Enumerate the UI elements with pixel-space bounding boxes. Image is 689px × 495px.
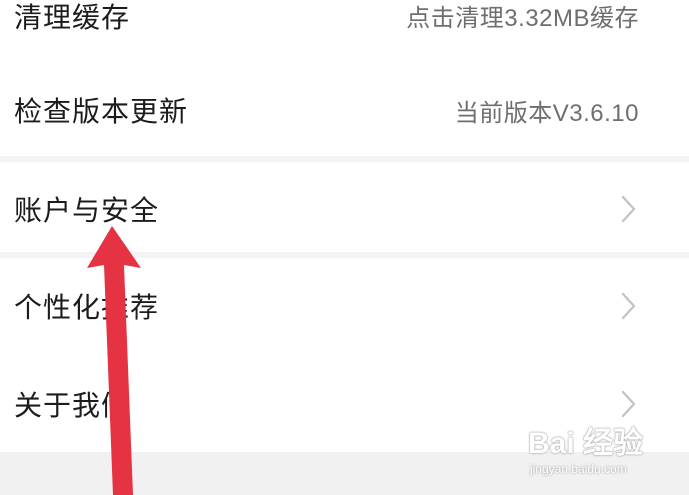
watermark-logo: Bai 经验 (528, 427, 644, 460)
settings-item-check-update[interactable]: 检查版本更新 当前版本V3.6.10 (0, 62, 689, 158)
settings-item-label: 关于我们 (14, 390, 131, 421)
watermark-url: jingyan.baidu.com (530, 462, 627, 476)
chevron-right-icon (621, 195, 636, 223)
version-value: 当前版本V3.6.10 (454, 99, 639, 127)
chevron-right-icon (621, 292, 636, 320)
settings-item-label: 清理缓存 (14, 2, 131, 33)
settings-item-account-security[interactable]: 账户与安全 (0, 162, 689, 256)
cache-size-value: 点击清理3.32MB缓存 (406, 5, 639, 32)
baidu-jingyan-watermark: Bai 经验 jingyan.baidu.com (528, 418, 678, 488)
settings-item-personalized-recommendation[interactable]: 个性化推荐 (0, 258, 689, 354)
settings-item-label: 个性化推荐 (14, 292, 160, 323)
chevron-right-icon (621, 390, 636, 418)
settings-item-clear-cache[interactable]: 清理缓存 点击清理3.32MB缓存 (0, 0, 689, 40)
settings-item-label: 检查版本更新 (14, 96, 189, 127)
settings-item-label: 账户与安全 (14, 195, 160, 226)
